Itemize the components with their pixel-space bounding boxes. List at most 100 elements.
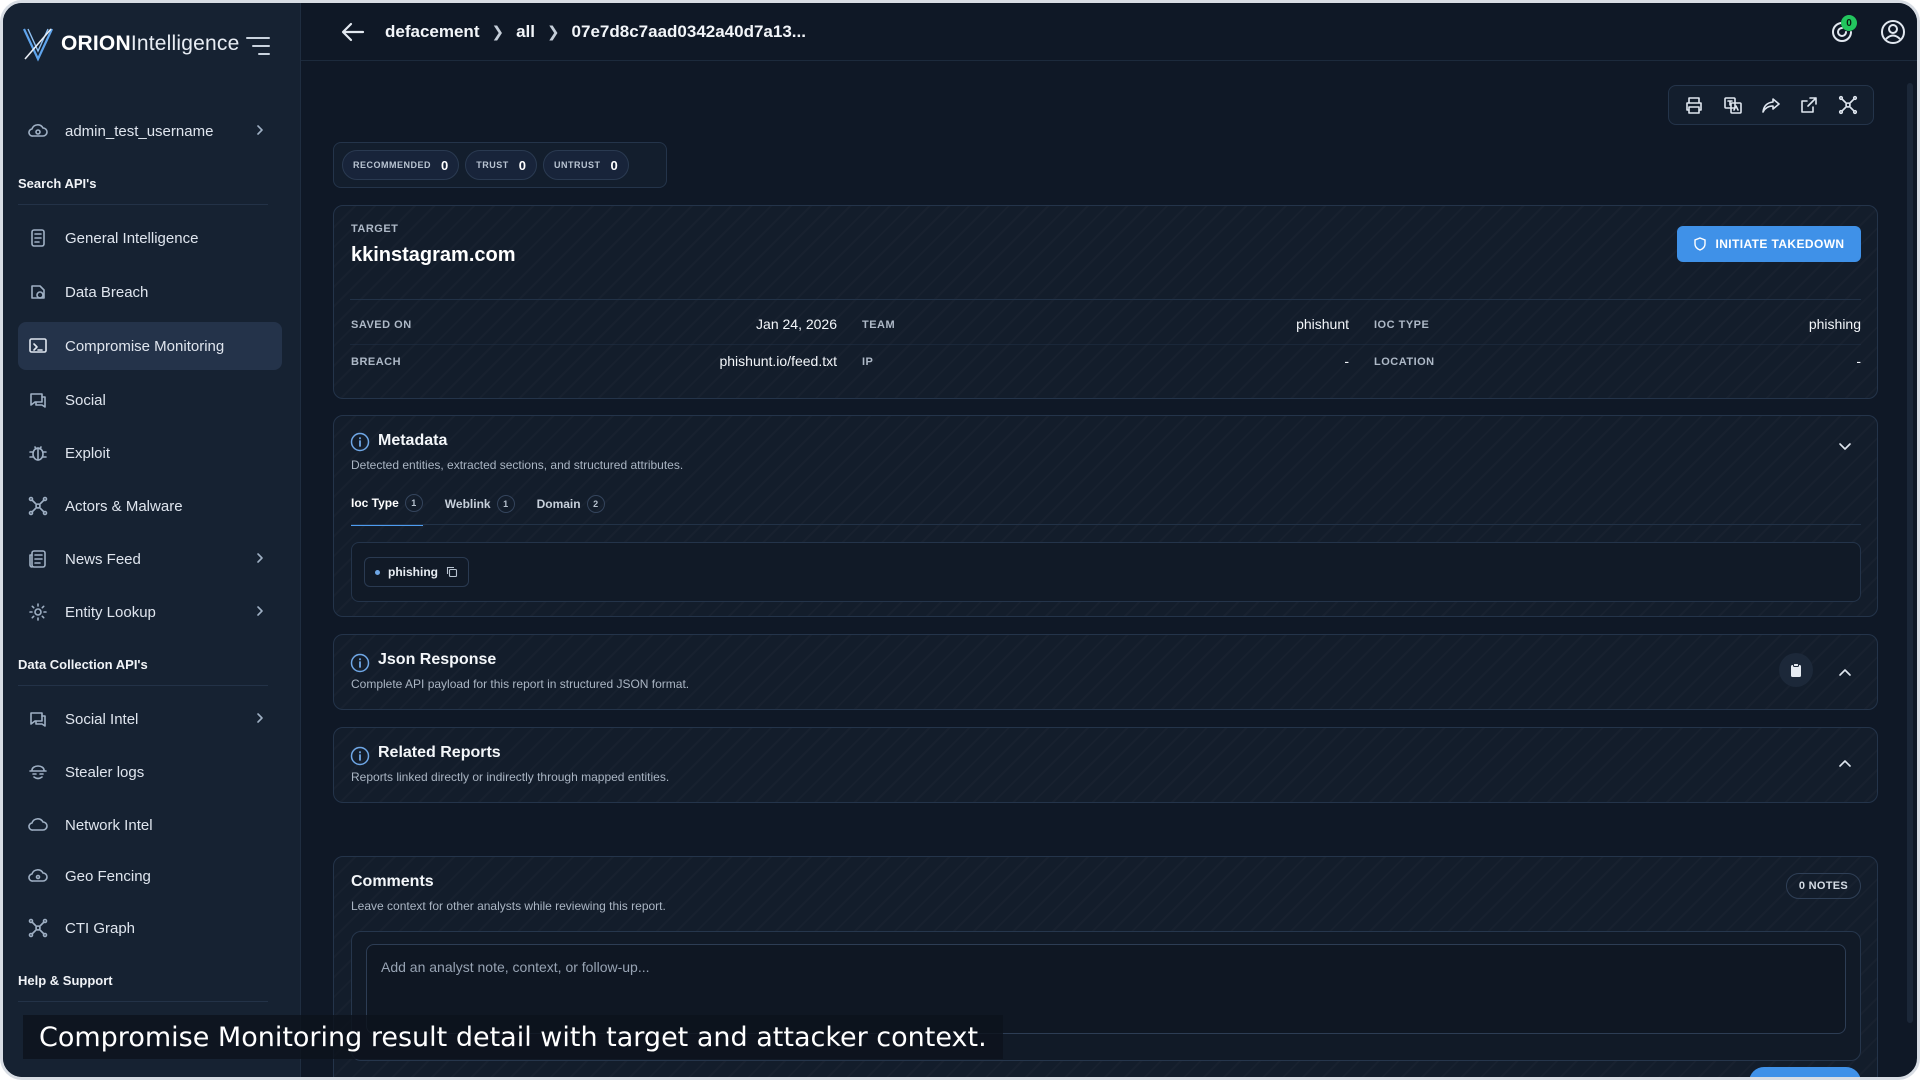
translate-button[interactable]	[1719, 91, 1747, 119]
caption: Compromise Monitoring result detail with…	[23, 1015, 1003, 1059]
info-icon	[350, 432, 370, 452]
sidebar-item-news-feed[interactable]: News Feed	[18, 535, 282, 583]
stealer-icon	[27, 761, 49, 783]
divider	[350, 299, 1861, 300]
section-data-collection-apis: Data Collection API's	[18, 657, 148, 672]
clipboard-icon	[1791, 663, 1801, 677]
target-label: TARGET	[351, 223, 399, 235]
sidebar-item-social[interactable]: Social	[18, 376, 282, 424]
metadata-tabs: Ioc Type 1 Weblink 1 Domain 2	[351, 494, 605, 526]
chevron-right-icon	[257, 125, 263, 135]
team-label: TEAM	[862, 319, 896, 331]
report-icon	[27, 227, 49, 249]
notes-count-badge: 0 NOTES	[1785, 873, 1861, 899]
json-response-card[interactable]: Json Response Complete API payload for t…	[333, 634, 1878, 710]
metadata-subtitle: Detected entities, extracted sections, a…	[351, 458, 684, 472]
sidebar-item-label: Network Intel	[65, 816, 153, 834]
ioc-type-label: IOC TYPE	[1374, 319, 1430, 331]
submit-comment-button[interactable]	[1749, 1067, 1861, 1077]
sidebar-item-label: Social	[65, 391, 106, 409]
print-button[interactable]	[1680, 91, 1708, 119]
share-button[interactable]	[1757, 91, 1785, 119]
menu-toggle-icon[interactable]	[245, 35, 271, 57]
chevron-down-icon[interactable]	[1837, 438, 1853, 454]
sidebar-item-exploit[interactable]: Exploit	[18, 429, 282, 477]
location-label: LOCATION	[1374, 356, 1435, 368]
app-frame: ORIONIntelligence admin_test_username Se…	[0, 0, 1920, 1080]
sidebar-item-label: Social Intel	[65, 710, 139, 728]
untrust-score[interactable]: UNTRUST 0	[542, 150, 629, 180]
ip-value: -	[1344, 353, 1349, 369]
sidebar-item-stealer-logs[interactable]: Stealer logs	[18, 748, 282, 796]
location-value: -	[1856, 353, 1861, 369]
recommended-score[interactable]: RECOMMENDED 0	[342, 150, 460, 180]
sidebar-item-label: Data Breach	[65, 283, 149, 301]
back-arrow-icon[interactable]	[341, 21, 365, 43]
sidebar-item-compromise-monitoring[interactable]: Compromise Monitoring	[18, 322, 282, 370]
breadcrumb-defacement[interactable]: defacement	[385, 22, 479, 42]
social-icon	[27, 708, 49, 730]
logo[interactable]: ORIONIntelligence	[21, 25, 240, 63]
copy-json-button[interactable]	[1779, 653, 1813, 687]
bullet-icon	[375, 569, 380, 575]
chevron-up-icon[interactable]	[1837, 756, 1853, 772]
breadcrumb-all[interactable]: all	[516, 22, 535, 42]
section-search-apis: Search API's	[18, 176, 97, 191]
cloud-user-icon	[27, 120, 49, 142]
chevron-right-icon	[257, 553, 263, 563]
comments-title: Comments	[351, 873, 434, 890]
tab-weblink[interactable]: Weblink 1	[445, 494, 515, 526]
breach-value[interactable]: phishunt.io/feed.txt	[719, 353, 837, 369]
section-help-support: Help & Support	[18, 973, 113, 988]
social-icon	[27, 389, 49, 411]
sidebar-item-network-intel[interactable]: Network Intel	[18, 801, 282, 849]
chevron-right-icon: ❯	[491, 24, 505, 41]
trust-score[interactable]: TRUST 0	[465, 150, 537, 180]
open-external-button[interactable]	[1795, 91, 1823, 119]
sidebar-item-label: Compromise Monitoring	[65, 337, 225, 355]
tab-domain[interactable]: Domain 2	[537, 494, 605, 526]
account-item[interactable]: admin_test_username	[18, 107, 282, 155]
user-profile-icon[interactable]	[1880, 19, 1906, 45]
page-scrollbar[interactable]	[1907, 83, 1913, 1023]
top-bar: defacement ❯ all ❯ 07e7d8c7aad0342a40d7a…	[301, 3, 1917, 61]
related-reports-card[interactable]: Related Reports Reports linked directly …	[333, 727, 1878, 803]
account-name: admin_test_username	[65, 122, 214, 140]
initiate-takedown-button[interactable]: INITIATE TAKEDOWN	[1677, 226, 1861, 262]
divider	[18, 1001, 268, 1002]
share-icon	[1762, 98, 1780, 113]
sidebar-item-general-intelligence[interactable]: General Intelligence	[18, 214, 282, 262]
graph-icon	[27, 917, 49, 939]
sidebar: ORIONIntelligence admin_test_username Se…	[3, 3, 301, 1077]
tab-ioc-type[interactable]: Ioc Type 1	[351, 494, 423, 526]
sidebar-item-social-intel[interactable]: Social Intel	[18, 695, 282, 743]
orion-logo-icon	[23, 28, 53, 62]
chevron-right-icon: ❯	[546, 24, 560, 41]
gear-icon	[27, 601, 49, 623]
json-response-title: Json Response	[378, 651, 497, 668]
json-response-subtitle: Complete API payload for this report in …	[351, 677, 690, 691]
news-icon	[27, 548, 49, 570]
sidebar-item-data-breach[interactable]: Data Breach	[18, 268, 282, 316]
external-link-icon	[1801, 97, 1818, 113]
ip-label: IP	[862, 356, 874, 368]
chevron-right-icon	[257, 606, 263, 616]
related-reports-subtitle: Reports linked directly or indirectly th…	[351, 770, 670, 784]
entity-chip-list: phishing	[351, 542, 1861, 602]
info-icon	[350, 653, 370, 673]
sidebar-item-cti-graph[interactable]: CTI Graph	[18, 904, 282, 952]
divider	[350, 344, 1861, 345]
entity-chip[interactable]: phishing	[364, 557, 469, 587]
divider	[18, 204, 268, 205]
copy-icon[interactable]	[446, 566, 458, 578]
shield-icon	[1694, 237, 1707, 251]
ioc-type-value: phishing	[1808, 316, 1861, 332]
sidebar-item-actors-malware[interactable]: Actors & Malware	[18, 482, 282, 530]
sidebar-item-label: CTI Graph	[65, 919, 136, 937]
sidebar-item-entity-lookup[interactable]: Entity Lookup	[18, 588, 282, 636]
sidebar-item-geo-fencing[interactable]: Geo Fencing	[18, 852, 282, 900]
related-reports-title: Related Reports	[378, 744, 501, 761]
chevron-up-icon[interactable]	[1837, 665, 1853, 681]
graph-view-button[interactable]	[1834, 91, 1862, 119]
metadata-card: Metadata Detected entities, extracted se…	[333, 415, 1878, 617]
